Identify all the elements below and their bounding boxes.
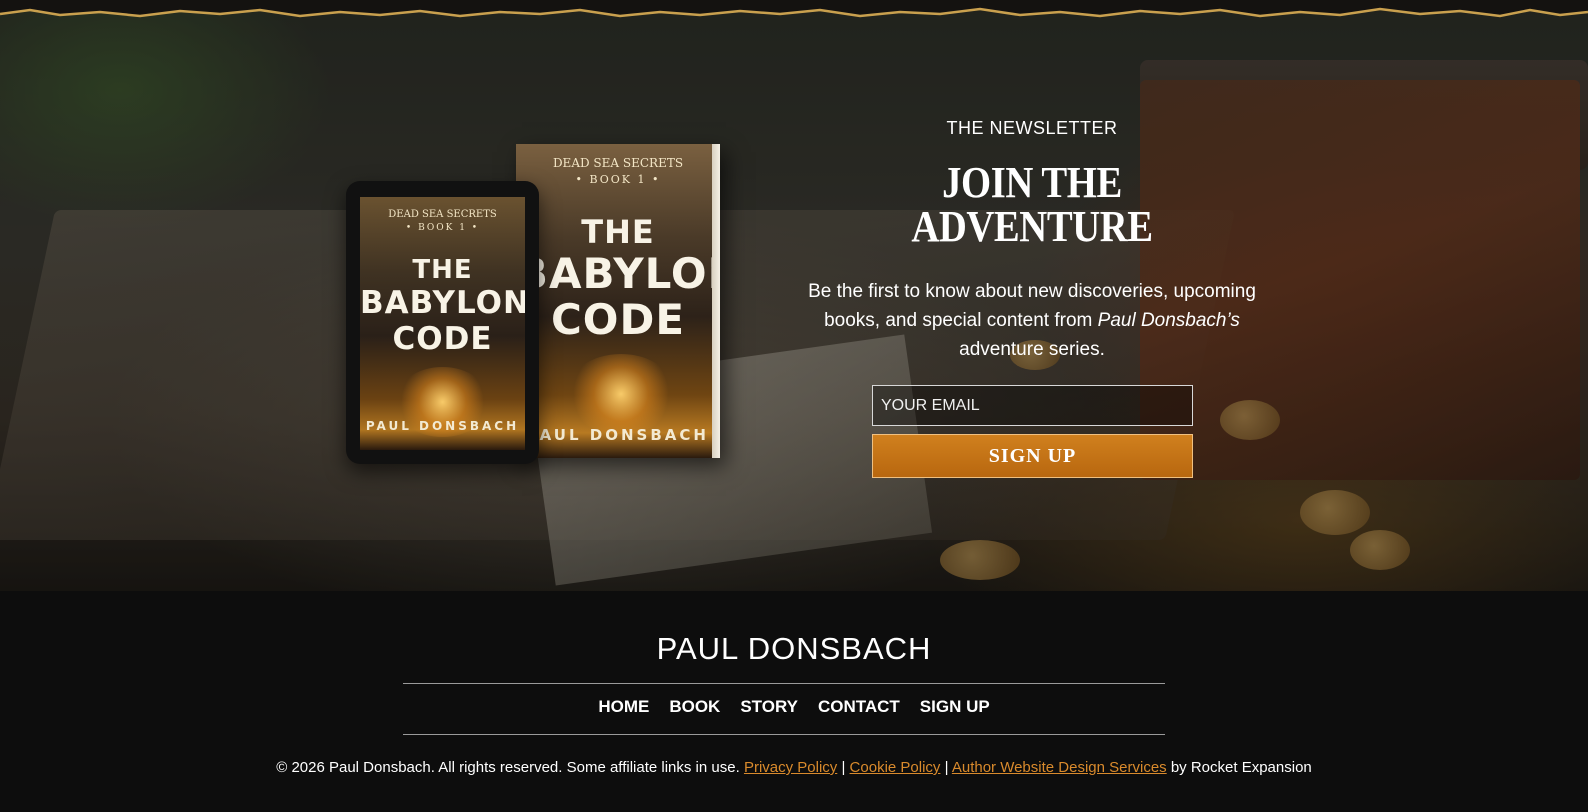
cover-author: PAUL DONSBACH (365, 419, 520, 433)
tablet-screen: DEAD SEA SECRETS • BOOK 1 • THE BABYLON … (360, 197, 525, 450)
newsletter-eyebrow: THE NEWSLETTER (946, 118, 1118, 138)
hero-overlay (0, 0, 1588, 591)
cover-volume-label: • BOOK 1 • (575, 173, 661, 186)
cover-title-line: CODE (392, 321, 493, 357)
tablet-ebook-mockup: DEAD SEA SECRETS • BOOK 1 • THE BABYLON … (346, 181, 539, 464)
cover-series-label: DEAD SEA SECRETS (388, 209, 497, 220)
newsletter-block: THE NEWSLETTER JOIN THE ADVENTURE Be the… (800, 118, 1264, 364)
cover-title-line: BABYLON (516, 249, 720, 298)
torn-paper-edge (0, 0, 1588, 18)
site-footer: PAUL DONSBACH HOME BOOK STORY CONTACT SI… (0, 591, 1588, 812)
cover-author: PAUL DONSBACH (527, 426, 709, 444)
separator: | (944, 759, 949, 776)
email-input[interactable] (872, 385, 1193, 426)
design-services-link[interactable]: Author Website Design Services (952, 759, 1167, 776)
copyright-text: © 2026 Paul Donsbach. All rights reserve… (276, 759, 740, 776)
cover-series-label: DEAD SEA SECRETS (552, 156, 684, 170)
footer-divider (403, 683, 1165, 684)
footer-divider (403, 734, 1165, 735)
newsletter-description-author: Paul Donsbach’s (1097, 310, 1240, 331)
cover-title-line: THE (412, 255, 473, 285)
separator: | (841, 759, 846, 776)
newsletter-description-text-end: adventure series. (959, 339, 1105, 360)
credit-text: by Rocket Expansion (1170, 759, 1312, 776)
cover-title-line: CODE (550, 295, 686, 344)
footer-nav: HOME BOOK STORY CONTACT SIGN UP (0, 697, 1588, 717)
footer-legal: © 2026 Paul Donsbach. All rights reserve… (0, 759, 1588, 776)
footer-nav-story[interactable]: STORY (740, 697, 798, 717)
newsletter-heading: JOIN THE ADVENTURE (911, 158, 1153, 251)
footer-nav-book[interactable]: BOOK (669, 697, 720, 717)
cover-volume-label: • BOOK 1 • (405, 223, 480, 233)
footer-nav-home[interactable]: HOME (598, 697, 649, 717)
newsletter-description: Be the first to know about new discoveri… (800, 277, 1264, 364)
sign-up-button[interactable]: SIGN UP (872, 434, 1193, 478)
cover-title-line: BABYLON (360, 285, 525, 321)
footer-nav-contact[interactable]: CONTACT (818, 697, 900, 717)
footer-author-name: PAUL DONSBACH (656, 631, 932, 666)
cover-fire-glow (566, 354, 676, 434)
footer-nav-sign-up[interactable]: SIGN UP (920, 697, 990, 717)
cover-title-line: THE (581, 213, 655, 251)
cookie-policy-link[interactable]: Cookie Policy (850, 759, 941, 776)
newsletter-hero: DEAD SEA SECRETS • BOOK 1 • THE BABYLON … (0, 0, 1588, 591)
paperback-book-mockup: DEAD SEA SECRETS • BOOK 1 • THE BABYLON … (516, 144, 720, 458)
privacy-policy-link[interactable]: Privacy Policy (744, 759, 837, 776)
